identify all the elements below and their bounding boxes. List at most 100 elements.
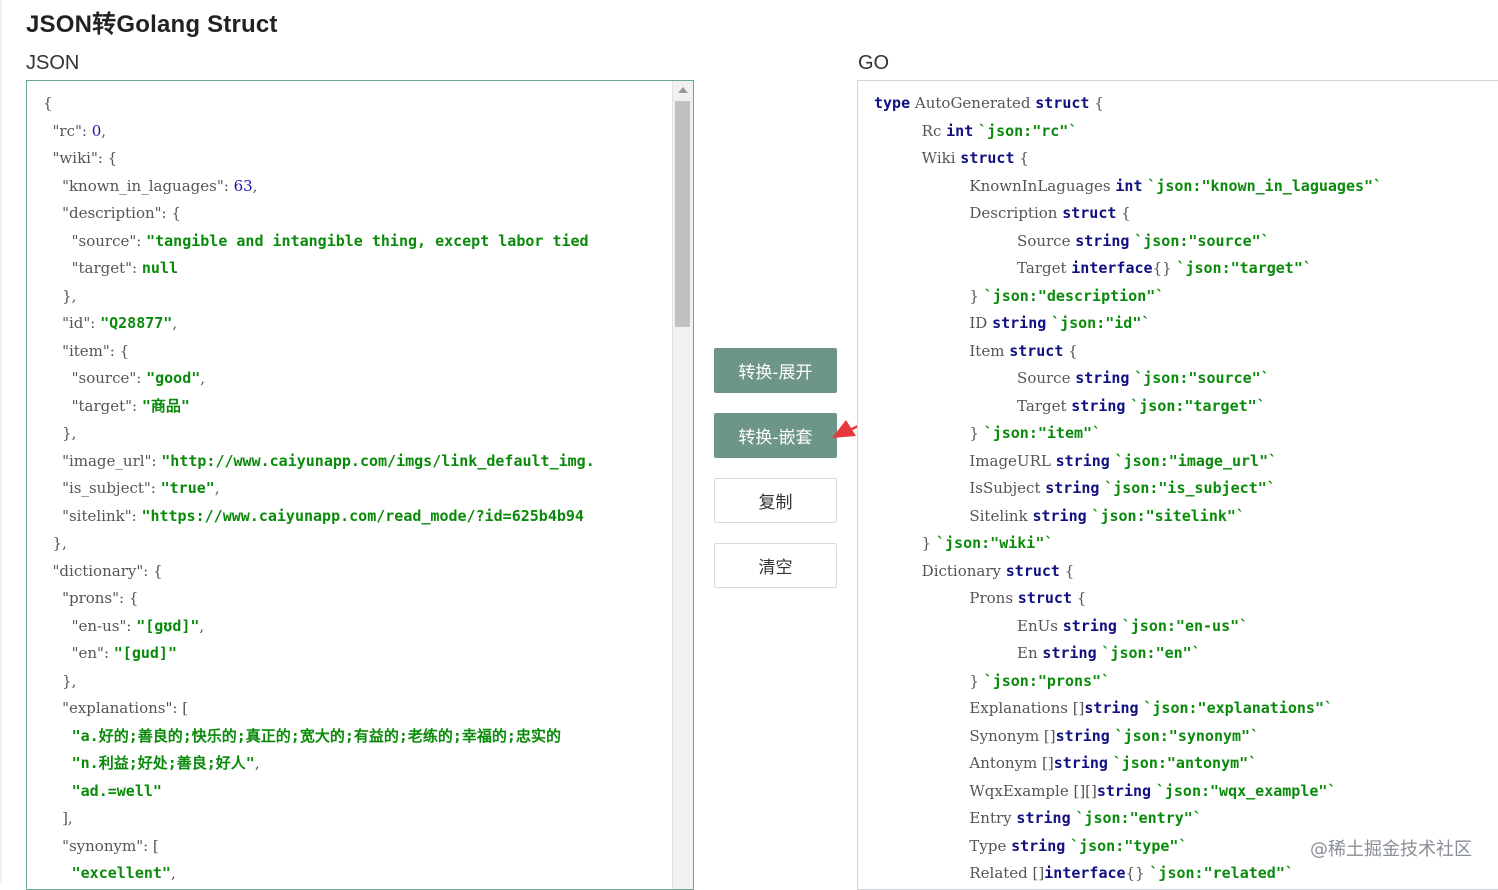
scroll-up-arrow-icon[interactable] [678,87,688,93]
json-code-line: "ad.=well" [43,778,595,806]
go-code-line: Dictionary struct { [874,558,1382,586]
json-code-line: "target": "商品" [43,393,595,421]
code-token: Related [] [874,864,1045,882]
code-token: { [1059,561,1075,580]
code-token: "image_url": [43,451,162,470]
code-token: `json:"description"` [983,286,1165,305]
json-code-line: }, [43,420,595,448]
code-token: Rc [874,121,947,140]
code-token: string [1011,836,1066,855]
code-token: }, [43,671,77,690]
code-token: "source": [43,231,147,250]
code-token: "description": { [43,204,181,222]
go-code-line: ImageURL string `json:"image_url"` [874,448,1382,476]
code-token: `json:"item"` [983,424,1102,442]
convert-expand-button[interactable]: 转换-展开 [714,348,837,393]
code-token: struct [1005,561,1060,580]
go-code-line: type AutoGenerated struct { [874,90,1382,118]
code-token: "target": [43,259,142,277]
code-token: "http://www.caiyunapp.com/imgs/link_defa… [161,451,595,470]
code-token: Dictionary [874,561,1006,580]
code-token: { [43,94,53,112]
json-code-line: "excellent", [43,860,595,888]
code-token: EnUs [874,616,1063,635]
code-token: "source": [43,369,147,387]
json-editor-scrollbar[interactable] [672,81,693,889]
code-token: , [170,864,176,882]
clear-button[interactable]: 清空 [714,543,837,588]
code-token: `json:"known_in_laguages"` [1147,176,1383,195]
code-token: , [214,479,220,497]
code-token: { [1089,94,1104,112]
code-token: Sitelink [874,506,1033,525]
code-token: string [1075,231,1130,250]
code-token: `json:"type"` [1070,836,1188,855]
json-code-line: "known_in_laguages": 63, [43,173,595,201]
go-code-line: } `json:"wiki"` [874,530,1382,558]
json-code-line: ], [43,805,595,833]
json-code-line: "description": { [43,200,595,228]
code-token: {} [1152,259,1177,277]
go-code-line: Related []interface{} `json:"related"` [874,860,1382,888]
json-code-text[interactable]: { "rc": 0, "wiki": { "known_in_laguages"… [27,90,595,888]
code-token: { [1014,149,1029,167]
watermark: @稀土掘金技术社区 [1310,839,1472,860]
go-code-line: Sitelink string `json:"sitelink"` [874,503,1382,531]
code-token: string [1071,396,1126,415]
code-token: struct [1062,204,1117,222]
code-token: Synonym [] [874,726,1056,745]
json-input-editor[interactable]: { "rc": 0, "wiki": { "known_in_laguages"… [26,80,694,890]
convert-nested-button[interactable]: 转换-嵌套 [714,413,837,458]
go-code-text[interactable]: type AutoGenerated struct { Rc int `json… [858,90,1382,888]
code-token: int [946,121,974,140]
code-token: , [101,121,107,140]
code-token: `json:"image_url"` [1114,451,1278,470]
json-code-line: "item": { [43,338,595,366]
json-code-line: "target": null [43,255,595,283]
go-code-line: Antonym []string `json:"antonym"` [874,750,1382,778]
code-token: null [141,259,179,277]
code-token: Antonym [] [874,754,1054,772]
code-token: Description [874,204,1063,222]
scroll-thumb[interactable] [675,101,690,327]
go-code-line: Source string `json:"source"` [874,365,1382,393]
go-code-line: Entry string `json:"entry"` [874,805,1382,833]
code-token: string [1075,369,1130,387]
code-token: `json:"antonym"` [1112,754,1258,772]
json-code-line: }, [43,668,595,696]
go-code-line: } `json:"prons"` [874,668,1382,696]
copy-button[interactable]: 复制 [714,478,837,523]
go-code-line: } `json:"description"` [874,283,1382,311]
go-label: GO [858,52,890,74]
code-token: { [1116,204,1131,222]
code-token: string [1084,699,1139,717]
code-token: string [1062,616,1117,635]
code-token: string [1096,781,1152,800]
code-token: `json:"rc"` [978,121,1078,140]
json-code-line: "prons": { [43,585,595,613]
go-output-editor[interactable]: type AutoGenerated struct { Rc int `json… [857,80,1498,890]
go-code-line: Explanations []string `json:"explanation… [874,695,1382,723]
code-token: "en-us": [43,616,137,635]
code-token: type [874,94,911,112]
go-code-line: Description struct { [874,200,1382,228]
code-token: "synonym": [ [43,836,159,855]
code-token: WqxExample [][] [874,781,1097,800]
go-code-line: IsSubject string `json:"is_subject"` [874,475,1382,503]
code-token: "Q28877" [100,314,173,332]
code-token: "is_subject": [43,479,161,497]
go-code-line: Source string `json:"source"` [874,228,1382,256]
code-token: {} [1125,864,1150,882]
json-code-line: "image_url": "http://www.caiyunapp.com/i… [43,448,595,476]
json-code-line: "source": "tangible and intangible thing… [43,228,595,256]
go-code-line: Synonym []string `json:"synonym"` [874,723,1382,751]
code-token: struct [960,149,1015,167]
code-token: "good" [146,369,201,387]
code-token: `json:"target"` [1130,396,1266,415]
code-token: interface [1044,864,1126,882]
json-code-line: "source": "good", [43,365,595,393]
code-token: `json:"en-us"` [1121,616,1249,635]
code-token: "tangible and intangible thing, except l… [146,231,589,250]
